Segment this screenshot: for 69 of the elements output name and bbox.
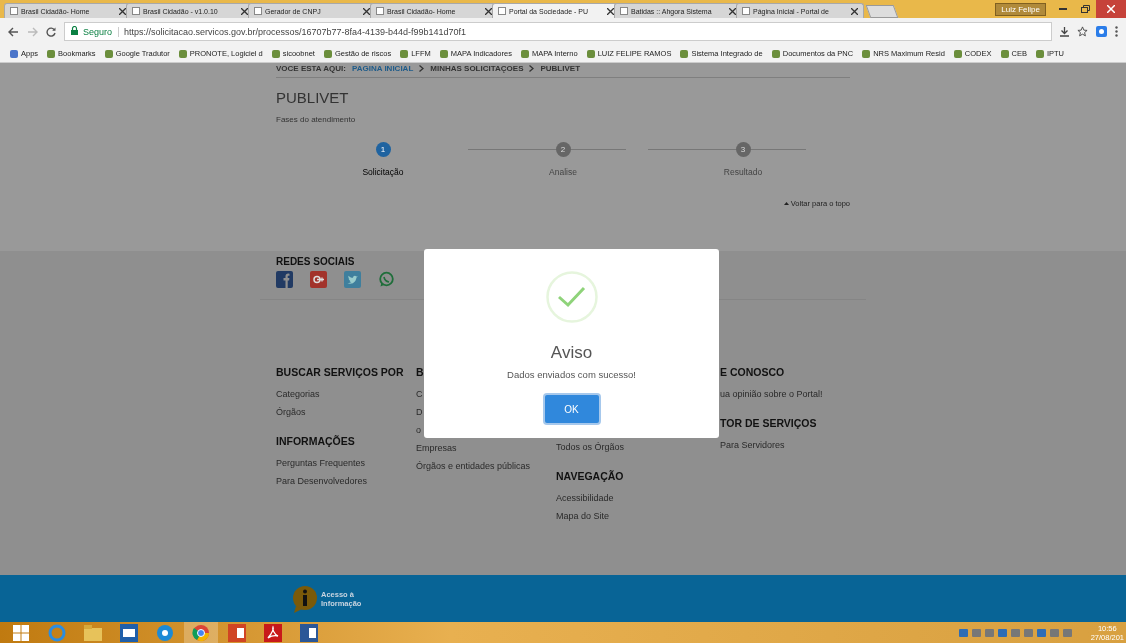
footer-link[interactable]: o — [416, 423, 421, 437]
footer-link[interactable]: Todos os Órgãos — [556, 440, 625, 454]
footer-heading: TOR DE SERVIÇOS — [720, 417, 817, 429]
step-number: 1 — [375, 142, 391, 157]
phases-label: Fases do atendimento — [276, 115, 357, 124]
page-icon — [498, 7, 506, 15]
ok-button[interactable]: OK — [544, 395, 599, 423]
close-icon[interactable] — [119, 7, 126, 15]
star-icon[interactable] — [1077, 26, 1088, 37]
footer-link[interactable]: Categorias — [276, 387, 320, 401]
breadcrumb-item: MINHAS SOLICITAÇOES — [430, 63, 524, 73]
close-icon[interactable] — [485, 7, 492, 15]
step-number: 2 — [555, 142, 571, 157]
footer-link[interactable]: Acessibilidade — [556, 491, 614, 505]
chevron-icon — [529, 64, 535, 72]
close-icon[interactable] — [851, 7, 858, 15]
step-label: Solicitação — [362, 167, 404, 177]
footer-link[interactable]: Empresas — [416, 441, 457, 455]
step-label: Analise — [549, 167, 577, 177]
dialog-title: Aviso — [550, 343, 593, 363]
url-text: https://solicitacao.servicos.gov.br/processos/16707b77-8fa4-4139-b44d-f99b141d70f1 — [124, 26, 467, 37]
twitter-icon[interactable] — [344, 271, 361, 288]
footer-link[interactable]: Órgãos — [276, 405, 306, 419]
page-icon — [620, 7, 628, 15]
page-title: PUBLIVET — [276, 89, 350, 106]
lock-icon — [71, 26, 78, 37]
breadcrumb-item: PUBLIVET — [540, 63, 581, 73]
close-icon[interactable] — [363, 7, 370, 15]
address-bar[interactable]: Seguro https://solicitacao.servicos.gov.br/processos/16707b77-8fa4-4139-b44d-f99b141d70f1 — [64, 22, 1052, 41]
footer-link[interactable]: D — [416, 405, 423, 419]
footer-link[interactable]: Órgãos e entidades públicas — [416, 459, 531, 473]
footer-heading: INFORMAÇÕES — [276, 435, 355, 447]
page-icon — [254, 7, 262, 15]
footer-heading: E CONOSCO — [720, 366, 785, 378]
step-label: Resultado — [723, 167, 763, 177]
browser-icon[interactable] — [184, 622, 218, 643]
step-number: 3 — [735, 142, 751, 157]
secure-label: Seguro — [83, 26, 120, 37]
reload-icon[interactable] — [46, 26, 56, 37]
page-icon — [132, 7, 140, 15]
close-icon[interactable] — [729, 7, 736, 15]
download-icon[interactable] — [1060, 26, 1069, 37]
caret-up-icon — [783, 202, 789, 205]
information-icon[interactable] — [292, 584, 318, 613]
page-icon — [376, 7, 384, 15]
success-check-icon — [545, 271, 598, 323]
extension-icon[interactable] — [1096, 26, 1107, 37]
facebook-icon[interactable] — [276, 271, 293, 288]
page-icon — [742, 7, 750, 15]
breadcrumb-label: VOCE ESTA AQUI: — [276, 63, 346, 73]
close-icon[interactable] — [241, 7, 248, 15]
footer-link[interactable]: C — [416, 387, 423, 401]
footer-link[interactable]: Perguntas Frequentes — [276, 456, 366, 470]
footer-link[interactable]: Para Servidores — [720, 438, 785, 452]
footer-heading: B — [416, 366, 424, 378]
menu-icon[interactable] — [1115, 26, 1118, 37]
chevron-icon — [419, 64, 425, 72]
page-icon — [10, 7, 18, 15]
social-title: REDES SOCIAIS — [276, 256, 356, 267]
footer-link[interactable]: Mapa do Site — [556, 509, 610, 523]
back-icon[interactable] — [8, 26, 19, 37]
footer-heading: NAVEGAÇÃO — [556, 470, 624, 482]
dialog-message: Dados enviados com sucesso! — [507, 369, 636, 380]
google-plus-icon[interactable] — [310, 271, 327, 288]
close-icon[interactable] — [1096, 0, 1126, 18]
footer-heading: BUSCAR SERVIÇOS POR — [276, 366, 404, 378]
close-icon[interactable] — [607, 7, 614, 15]
footer-link[interactable]: Para Desenvolvedores — [276, 474, 368, 488]
footer-link[interactable]: ua opinião sobre o Portal! — [720, 387, 823, 401]
